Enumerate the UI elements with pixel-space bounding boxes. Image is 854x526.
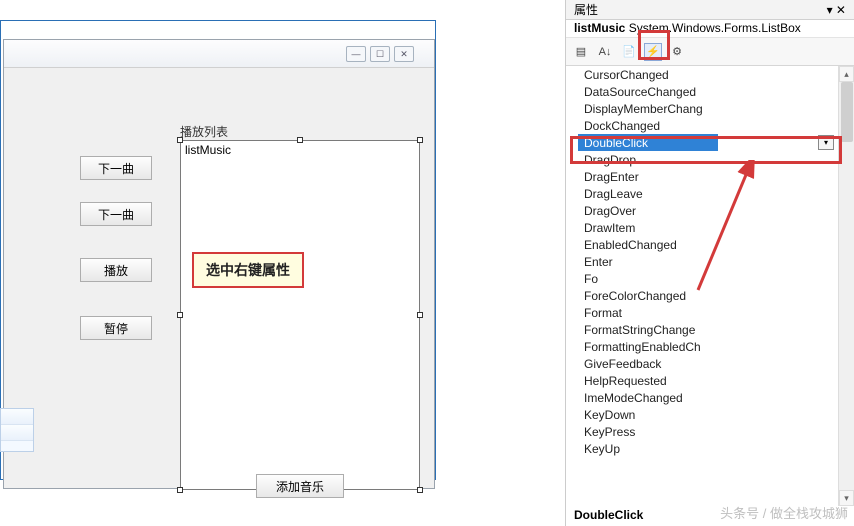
event-item[interactable]: CursorChanged [566, 66, 854, 83]
properties-icon[interactable]: 📄 [620, 43, 638, 61]
event-item[interactable]: FormatStringChange [566, 321, 854, 338]
event-item[interactable]: FormattingEnabledCh [566, 338, 854, 355]
event-value-dropdown[interactable]: ▾ [818, 135, 834, 150]
event-item[interactable]: KeyUp [566, 440, 854, 457]
designer-surface[interactable]: — ☐ ✕ 下一曲 下一曲 播放 暂停 播放列表 listMusic 添加音乐 [0, 20, 436, 480]
selection-handle[interactable] [177, 487, 183, 493]
tab-item[interactable] [1, 409, 33, 425]
event-item[interactable]: Format [566, 304, 854, 321]
selection-handle[interactable] [417, 312, 423, 318]
properties-panel: 属性 ▾ ✕ listMusic System.Windows.Forms.Li… [565, 0, 854, 526]
event-item[interactable]: DisplayMemberChang [566, 100, 854, 117]
listmusic-listbox[interactable]: listMusic [180, 140, 420, 490]
properties-header: listMusic System.Windows.Forms.ListBox [566, 20, 854, 38]
form-titlebar[interactable]: — ☐ ✕ [4, 40, 434, 68]
playlist-label: 播放列表 [180, 123, 228, 140]
add-music-button[interactable]: 添加音乐 [256, 474, 344, 498]
event-item[interactable]: EnabledChanged [566, 236, 854, 253]
listbox-content: listMusic [185, 143, 231, 157]
maximize-icon[interactable]: ☐ [370, 46, 390, 62]
pause-button[interactable]: 暂停 [80, 316, 152, 340]
event-list[interactable]: CursorChangedDataSourceChangedDisplayMem… [566, 66, 854, 486]
event-item[interactable]: DataSourceChanged [566, 83, 854, 100]
event-item[interactable]: Enter [566, 253, 854, 270]
tab-item[interactable] [1, 425, 33, 441]
event-item[interactable]: DragOver [566, 202, 854, 219]
categorized-icon[interactable]: ▤ [572, 43, 590, 61]
watermark: 头条号 / 做全栈攻城狮 [720, 503, 848, 522]
properties-toolbar: ▤ A↓ 📄 ⚡ ⚙ [566, 38, 854, 66]
event-item[interactable]: DockChanged [566, 117, 854, 134]
alpha-sort-icon[interactable]: A↓ [596, 43, 614, 61]
event-item[interactable]: DragEnter [566, 168, 854, 185]
selection-handle[interactable] [417, 137, 423, 143]
scroll-up-icon[interactable]: ▴ [839, 66, 854, 82]
event-item[interactable]: GiveFeedback [566, 355, 854, 372]
properties-footer: DoubleClick [574, 508, 643, 522]
selection-handle[interactable] [297, 137, 303, 143]
event-item[interactable]: DragLeave [566, 185, 854, 202]
event-item[interactable]: ForeColorChanged [566, 287, 854, 304]
next-track-button[interactable]: 下一曲 [80, 202, 152, 226]
scrollbar[interactable]: ▴ ▾ [838, 66, 854, 506]
event-item[interactable]: KeyDown [566, 406, 854, 423]
play-button[interactable]: 播放 [80, 258, 152, 282]
selection-handle[interactable] [177, 312, 183, 318]
minimize-icon[interactable]: — [346, 46, 366, 62]
event-item[interactable]: KeyPress [566, 423, 854, 440]
selection-handle[interactable] [177, 137, 183, 143]
event-item[interactable]: DoubleClick [578, 134, 718, 151]
prev-track-button[interactable]: 下一曲 [80, 156, 152, 180]
properties-titlebar[interactable]: 属性 ▾ ✕ [566, 0, 854, 20]
selection-handle[interactable] [417, 487, 423, 493]
close-icon[interactable]: ✕ [394, 46, 414, 62]
events-icon[interactable]: ⚡ [644, 43, 662, 61]
event-item[interactable]: ImeModeChanged [566, 389, 854, 406]
pin-icon[interactable]: ▾ ✕ [827, 3, 846, 17]
toolbox-tabs[interactable] [0, 408, 34, 452]
properties-title: 属性 [574, 1, 598, 18]
property-pages-icon[interactable]: ⚙ [668, 43, 686, 61]
event-item[interactable]: HelpRequested [566, 372, 854, 389]
annotation-callout: 选中右键属性 [192, 252, 304, 288]
event-item[interactable]: DragDrop [566, 151, 854, 168]
event-item[interactable]: Fo [566, 270, 854, 287]
object-name: listMusic [574, 21, 625, 35]
object-type: System.Windows.Forms.ListBox [629, 21, 801, 35]
scroll-thumb[interactable] [841, 82, 853, 142]
event-item[interactable]: DrawItem [566, 219, 854, 236]
